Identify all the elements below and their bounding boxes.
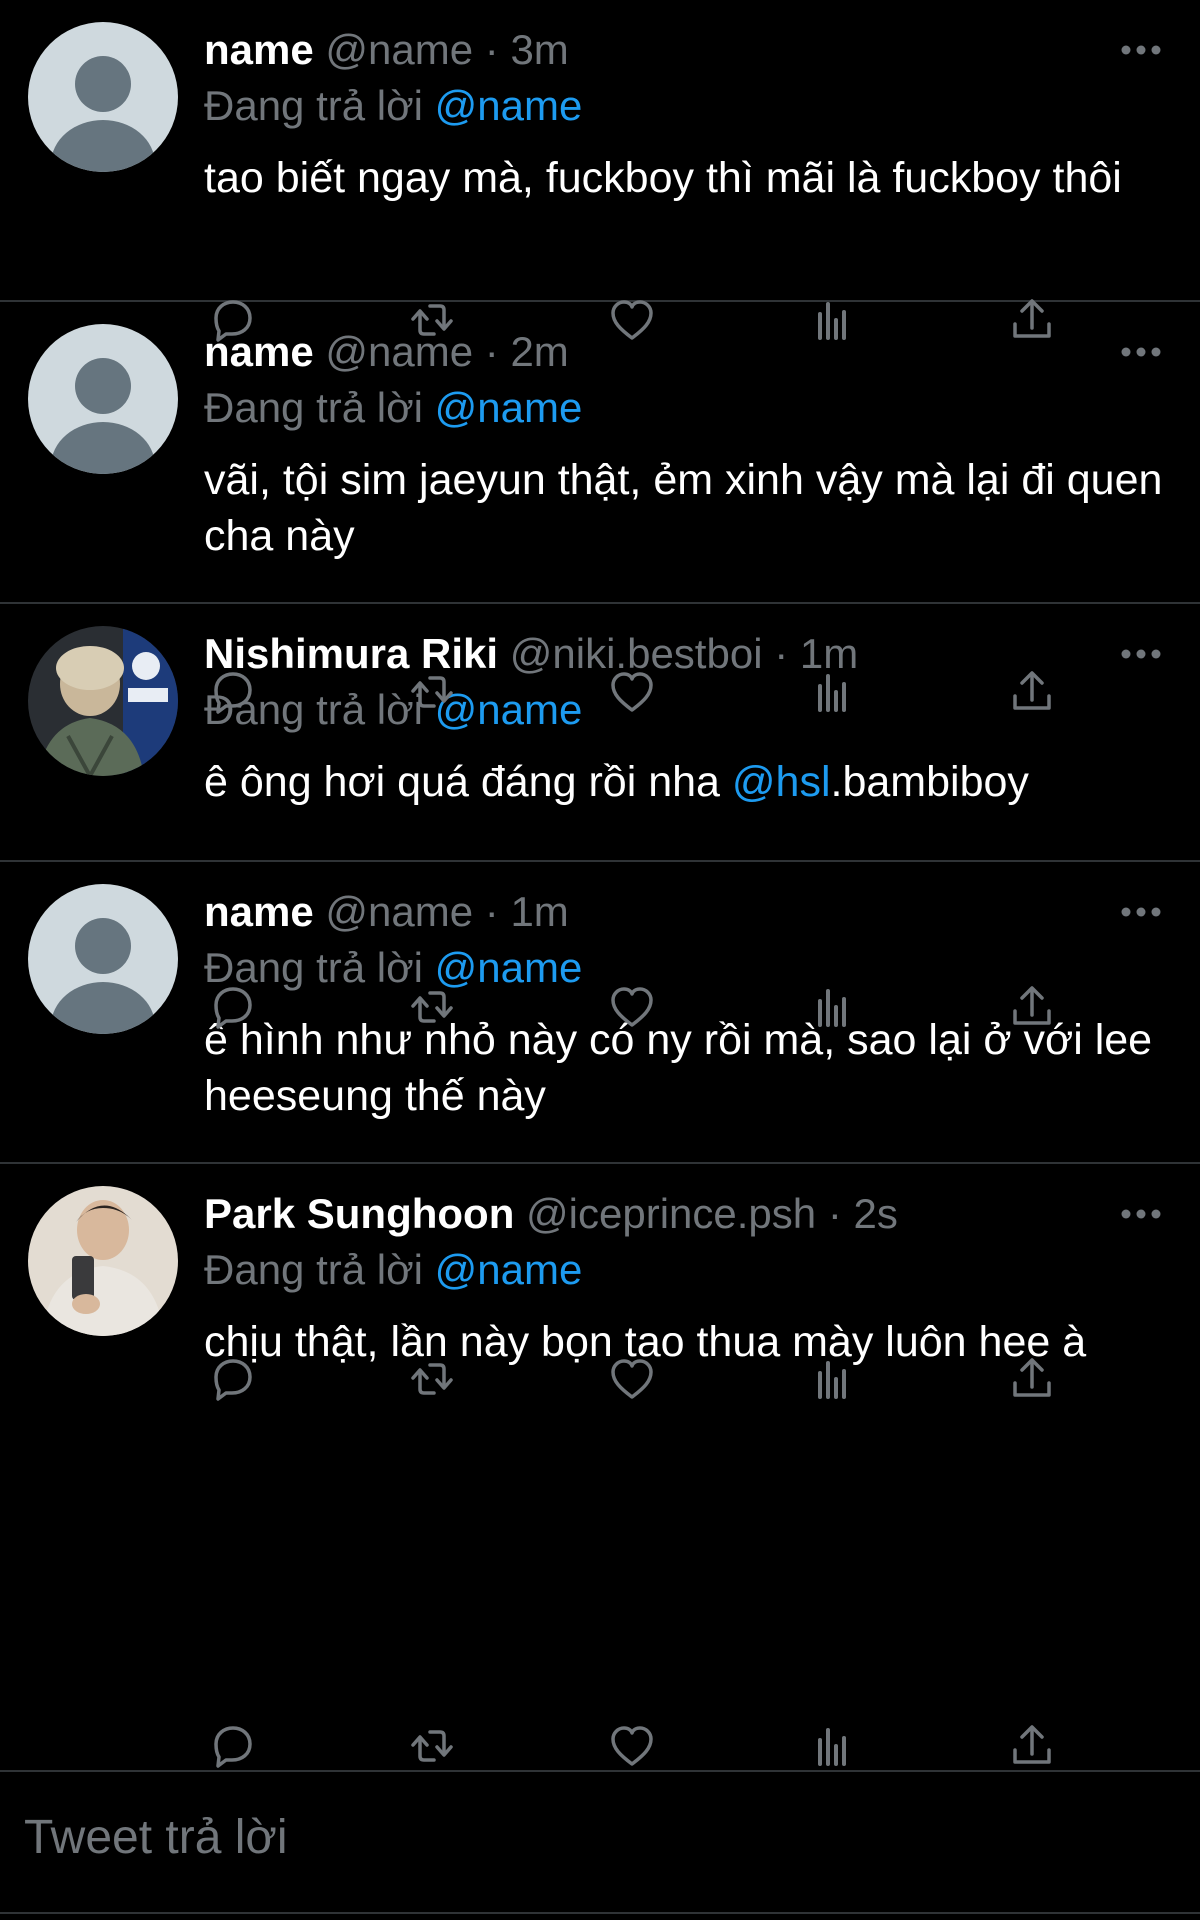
display-name[interactable]: name: [204, 26, 314, 73]
tweet-content: Park Sunghoon @iceprince.psh · 2s Đang t…: [204, 1186, 1164, 1370]
reply-icon[interactable]: [204, 1718, 260, 1774]
reply-composer[interactable]: Tweet trả lời: [0, 1770, 1200, 1920]
like-icon[interactable]: [604, 664, 660, 720]
tweet-actions: [204, 664, 1064, 720]
retweet-icon[interactable]: [404, 1718, 460, 1774]
retweet-icon[interactable]: [404, 664, 460, 720]
separator: ·: [484, 26, 499, 73]
avatar[interactable]: [28, 884, 178, 1034]
default-avatar-icon: [28, 884, 178, 1034]
timestamp[interactable]: 2s: [853, 1190, 897, 1237]
reply-icon[interactable]: [204, 1351, 260, 1407]
avatar[interactable]: [28, 1186, 178, 1336]
analytics-icon[interactable]: [804, 1718, 860, 1774]
like-icon[interactable]: [604, 979, 660, 1035]
tweet-text: tao biết ngay mà, fuckboy thì mãi là fuc…: [204, 154, 1122, 202]
tweet[interactable]: Park Sunghoon @iceprince.psh · 2s Đang t…: [0, 1164, 1200, 1770]
reply-icon[interactable]: [204, 979, 260, 1035]
replying-to-mention[interactable]: @name: [435, 384, 583, 431]
timestamp[interactable]: 3m: [510, 26, 568, 73]
tweet-text: ê ông hơi quá đáng rồi nha @hsl.bambiboy: [204, 754, 1164, 810]
tweet[interactable]: name @name · 3m Đang trả lời @name tao b…: [0, 0, 1200, 302]
like-icon[interactable]: [604, 292, 660, 348]
tweet-text: vãi, tội sim jaeyun thật, ẻm xinh vậy mà…: [204, 456, 1163, 560]
analytics-icon[interactable]: [804, 664, 860, 720]
more-options-icon[interactable]: [1118, 30, 1164, 70]
tweet-actions: [204, 292, 1064, 348]
analytics-icon[interactable]: [804, 1351, 860, 1407]
more-options-icon[interactable]: [1118, 892, 1164, 932]
default-avatar-icon: [28, 324, 178, 474]
replying-to-mention[interactable]: @name: [435, 1246, 583, 1293]
default-avatar-icon: [28, 22, 178, 172]
tweet[interactable]: Nishimura Riki @niki.bestboi · 1m Đang t…: [0, 604, 1200, 862]
tweet-actions: [204, 979, 1064, 1035]
replying-to: Đang trả lời @name: [204, 1242, 1164, 1298]
replying-to: Đang trả lời @name: [204, 380, 1164, 436]
retweet-icon[interactable]: [404, 292, 460, 348]
share-icon[interactable]: [1004, 1351, 1060, 1407]
retweet-icon[interactable]: [404, 979, 460, 1035]
tweet-text-body: ê ông hơi quá đáng rồi nha: [204, 758, 732, 806]
more-options-icon[interactable]: [1118, 1194, 1164, 1234]
separator: ·: [827, 1190, 842, 1237]
like-icon[interactable]: [604, 1718, 660, 1774]
replying-to-label: Đang trả lời: [204, 1246, 423, 1293]
tweet-header: name @name · 3m: [204, 22, 1164, 78]
profile-photo-icon: [28, 1186, 178, 1336]
reply-input[interactable]: Tweet trả lời: [24, 1808, 288, 1868]
share-icon[interactable]: [1004, 664, 1060, 720]
tweet-content: name @name · 3m Đang trả lời @name tao b…: [204, 22, 1164, 206]
user-handle[interactable]: @iceprince.psh: [526, 1190, 816, 1237]
separator: ·: [484, 888, 499, 935]
share-icon[interactable]: [1004, 292, 1060, 348]
more-options-icon[interactable]: [1118, 332, 1164, 372]
display-name[interactable]: name: [204, 888, 314, 935]
tweet-header: name @name · 1m: [204, 884, 1164, 940]
timestamp[interactable]: 1m: [510, 888, 568, 935]
replying-to-label: Đang trả lời: [204, 82, 423, 129]
tweet-text-tail: .bambiboy: [830, 758, 1029, 806]
analytics-icon[interactable]: [804, 979, 860, 1035]
more-options-icon[interactable]: [1118, 634, 1164, 674]
profile-photo-icon: [28, 626, 178, 776]
like-icon[interactable]: [604, 1351, 660, 1407]
user-handle[interactable]: @name: [325, 26, 473, 73]
retweet-icon[interactable]: [404, 1351, 460, 1407]
divider: [0, 1912, 1200, 1914]
tweet-content: name @name · 2m Đang trả lời @name vãi, …: [204, 324, 1164, 564]
display-name[interactable]: Park Sunghoon: [204, 1190, 514, 1237]
reply-icon[interactable]: [204, 292, 260, 348]
inline-mention[interactable]: @hsl: [732, 758, 831, 806]
tweet-actions: [204, 1718, 1064, 1774]
avatar[interactable]: [28, 626, 178, 776]
tweet-header: Park Sunghoon @iceprince.psh · 2s: [204, 1186, 1164, 1242]
user-handle[interactable]: @name: [325, 888, 473, 935]
avatar[interactable]: [28, 22, 178, 172]
replying-to: Đang trả lời @name: [204, 78, 1164, 134]
reply-feed: name @name · 3m Đang trả lời @name tao b…: [0, 0, 1200, 1920]
analytics-icon[interactable]: [804, 292, 860, 348]
share-icon[interactable]: [1004, 1718, 1060, 1774]
replying-to-label: Đang trả lời: [204, 384, 423, 431]
avatar[interactable]: [28, 324, 178, 474]
reply-icon[interactable]: [204, 664, 260, 720]
tweet-actions: [204, 1351, 1064, 1407]
share-icon[interactable]: [1004, 979, 1060, 1035]
replying-to-mention[interactable]: @name: [435, 82, 583, 129]
